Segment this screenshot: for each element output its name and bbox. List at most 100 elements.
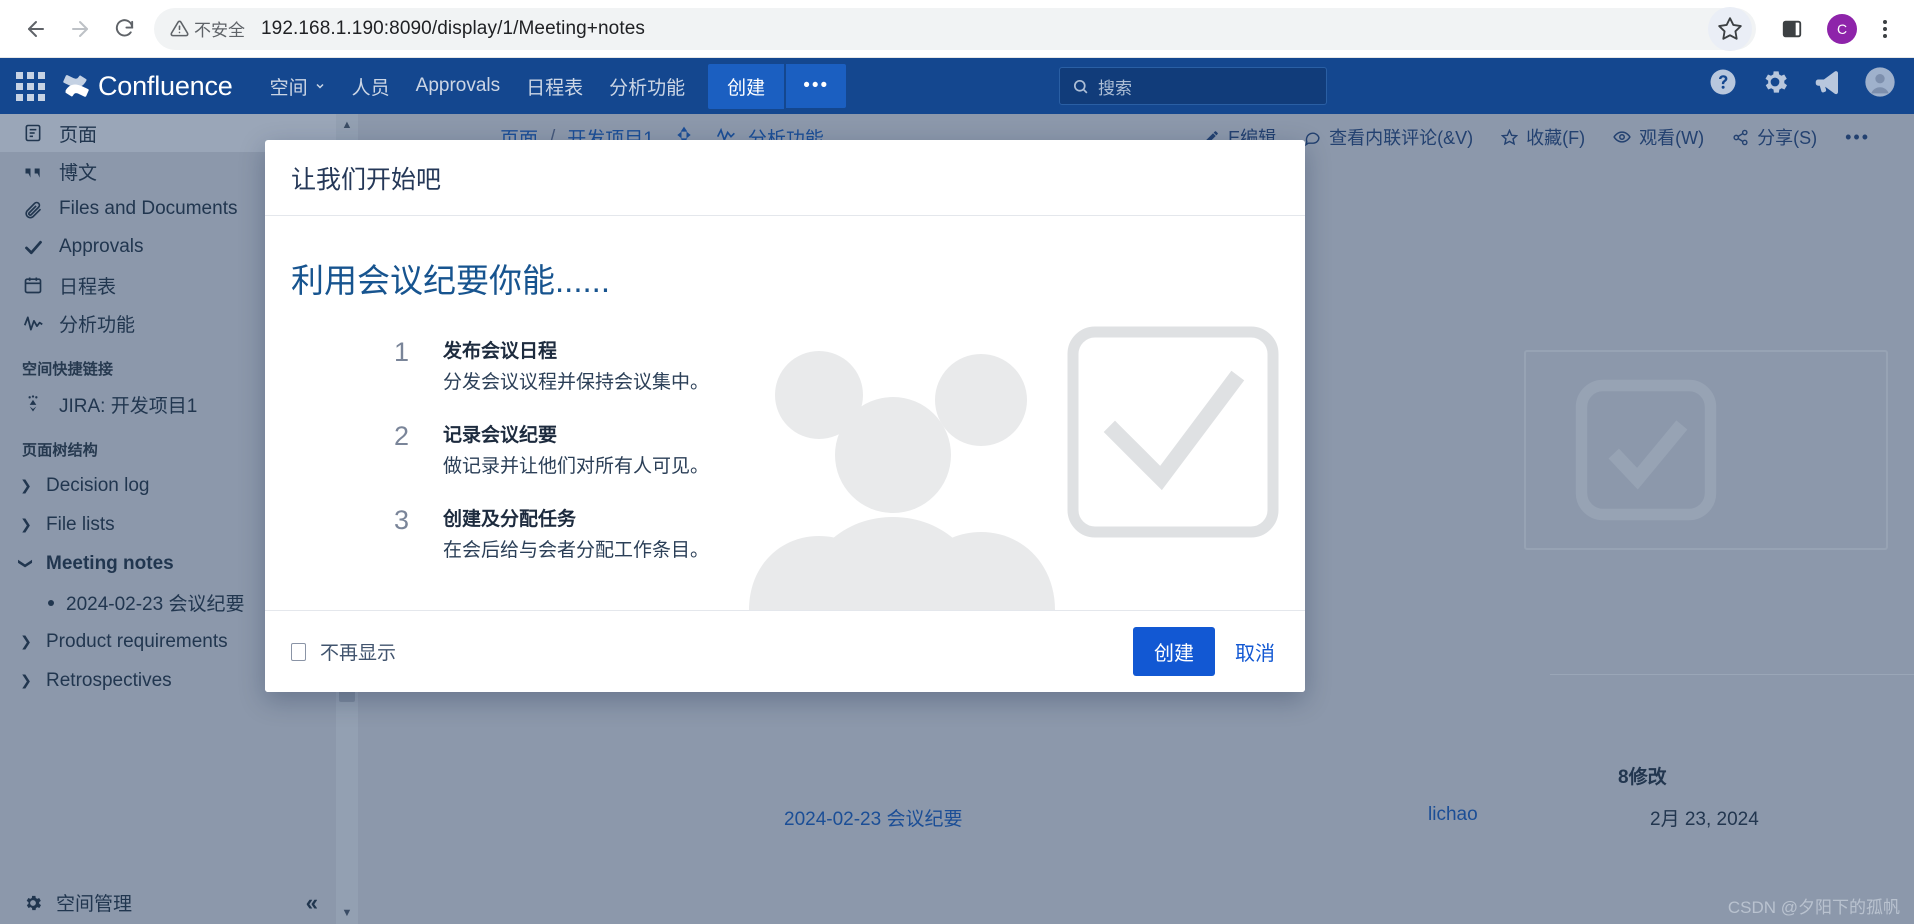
scroll-up-arrow[interactable]: ▲ — [336, 114, 358, 136]
search-icon — [1073, 79, 1088, 93]
browser-menu-icon[interactable] — [1870, 19, 1900, 38]
nav-item-analytics[interactable]: 分析功能 — [596, 65, 698, 108]
step-item: 3 创建及分配任务 在会后给与会者分配工作条目。 — [391, 504, 1305, 562]
page-action-comments[interactable]: 查看内联评论(&V) — [1304, 124, 1473, 150]
app-switcher-icon[interactable] — [16, 71, 45, 101]
chevron-right-icon[interactable]: ❯ — [18, 477, 34, 494]
browser-chrome: 不安全 192.168.1.190:8090/display/1/Meeting… — [0, 0, 1914, 58]
header-more-button[interactable]: ••• — [786, 64, 847, 108]
side-panel-icon[interactable] — [1770, 7, 1814, 51]
tree-item-label: File lists — [46, 513, 115, 535]
help-icon[interactable] — [1708, 67, 1738, 97]
table-row-date: 2月 23, 2024 — [1650, 809, 1759, 830]
step-number: 2 — [393, 421, 409, 451]
security-label: 不安全 — [194, 21, 245, 40]
confluence-logo[interactable]: Confluence — [63, 71, 233, 102]
page-action-share[interactable]: 分享(S) — [1732, 124, 1817, 150]
nav-item-label: Approvals — [415, 75, 501, 96]
page-action-label: 收藏(F) — [1526, 128, 1586, 148]
chevron-right-icon[interactable]: ❯ — [18, 633, 34, 650]
sidebar-shortcut-label: JIRA: 开发项目1 — [59, 395, 198, 417]
bullet-icon — [48, 599, 54, 606]
step-title: 创建及分配任务 — [443, 509, 577, 530]
table-row-title-link[interactable]: 2024-02-23 会议纪要 — [784, 804, 962, 831]
nav-item-calendars[interactable]: 日程表 — [513, 65, 596, 108]
dont-show-again-label: 不再显示 — [320, 643, 397, 664]
forward-button[interactable] — [58, 7, 102, 51]
header-search-box[interactable]: 搜索 — [1059, 67, 1327, 105]
step-item: 2 记录会议纪要 做记录并让他们对所有人可见。 — [391, 420, 1305, 478]
dialog-heading: 利用会议纪要你能...... — [291, 262, 611, 299]
page-action-label: 分享(S) — [1757, 128, 1818, 148]
confluence-header: Confluence 空间 人员 Approvals 日程表 分析功能 创建 •… — [0, 58, 1914, 114]
space-admin-label: 空间管理 — [56, 894, 133, 915]
nav-item-label: 分析功能 — [609, 77, 686, 99]
page-action-more[interactable]: ••• — [1845, 127, 1870, 148]
sidebar-item-label: Approvals — [59, 236, 144, 257]
confluence-mark-icon — [63, 75, 89, 97]
tree-child-label: 2024-02-23 会议纪要 — [66, 594, 245, 615]
profile-avatar[interactable]: C — [1827, 13, 1857, 44]
get-started-dialog: 让我们开始吧 利用会议纪要你能...... 1 发布会议日程 分发会议议程并保持… — [265, 140, 1305, 692]
chevron-down-icon — [316, 83, 324, 89]
chevron-right-icon[interactable]: ❯ — [18, 672, 34, 689]
settings-gear-icon[interactable] — [1760, 67, 1790, 97]
header-search-placeholder: 搜索 — [1098, 78, 1132, 98]
user-profile-icon[interactable] — [1864, 66, 1896, 98]
step-description: 分发会议议程并保持会议集中。 — [443, 372, 710, 393]
nav-item-approvals[interactable]: Approvals — [403, 67, 514, 105]
dont-show-again-checkbox[interactable]: 不再显示 — [291, 638, 396, 665]
header-create-label: 创建 — [727, 77, 766, 99]
checkbox-box[interactable] — [291, 642, 306, 661]
page-action-watch[interactable]: 观看(W) — [1613, 124, 1704, 150]
chevron-right-icon[interactable]: ❯ — [18, 516, 34, 533]
address-bar[interactable]: 不安全 192.168.1.190:8090/display/1/Meeting… — [154, 7, 1756, 50]
dialog-action-group: 创建 取消 — [1133, 627, 1281, 676]
gear-icon — [22, 893, 44, 913]
nav-item-spaces[interactable]: 空间 — [257, 65, 339, 108]
check-icon — [22, 237, 44, 258]
bookmark-star-icon[interactable] — [1708, 6, 1752, 51]
page-icon — [22, 123, 44, 143]
profile-initial: C — [1836, 20, 1848, 37]
table-row-divider — [1550, 674, 1914, 675]
paperclip-icon — [22, 199, 44, 219]
chevron-down-icon[interactable]: ❯ — [18, 556, 35, 572]
sidebar-collapse-button[interactable]: « — [306, 890, 318, 916]
security-indicator[interactable]: 不安全 — [170, 16, 245, 41]
step-title: 记录会议纪要 — [443, 425, 558, 446]
dialog-create-button[interactable]: 创建 — [1133, 627, 1215, 676]
tree-item-label: Retrospectives — [46, 669, 172, 691]
header-icon-group — [1708, 66, 1896, 98]
header-create-button[interactable]: 创建 — [708, 63, 785, 109]
reload-button[interactable] — [102, 7, 146, 51]
header-more-label: ••• — [803, 75, 830, 96]
dialog-cancel-link[interactable]: 取消 — [1229, 627, 1281, 676]
page-action-favorite[interactable]: 收藏(F) — [1501, 124, 1585, 150]
checkmark-illustration-icon — [1560, 364, 1732, 541]
notifications-megaphone-icon[interactable] — [1812, 67, 1842, 97]
column-header-modified: 8修改 — [1618, 767, 1667, 788]
share-icon — [1733, 129, 1748, 145]
page-action-label: 观看(W) — [1639, 128, 1705, 148]
dialog-body: 利用会议纪要你能...... 1 发布会议日程 分发会议议程并保持会议集中。 2… — [265, 216, 1305, 610]
sidebar-item-label: 日程表 — [59, 276, 117, 298]
sidebar-item-space-admin[interactable]: 空间管理 — [22, 889, 132, 916]
tree-item-label: Meeting notes — [46, 552, 174, 574]
watermark-text: CSDN @夕阳下的孤帆 — [1727, 898, 1900, 917]
comment-icon — [1305, 132, 1320, 146]
warning-icon — [170, 20, 189, 37]
calendar-icon — [22, 275, 44, 295]
back-button[interactable] — [14, 7, 58, 51]
table-row-author[interactable]: lichao — [1428, 804, 1478, 826]
nav-item-people[interactable]: 人员 — [339, 65, 403, 108]
nav-item-label: 人员 — [351, 77, 390, 99]
sidebar-item-label: Files and Documents — [59, 198, 238, 219]
browser-toolbar-right: C — [1708, 6, 1900, 51]
dialog-title: 让我们开始吧 — [291, 165, 442, 194]
eye-icon — [1613, 131, 1631, 143]
url-text: 192.168.1.190:8090/display/1/Meeting+not… — [261, 17, 645, 39]
scroll-down-arrow[interactable]: ▼ — [336, 902, 358, 924]
page-action-label: 查看内联评论(&V) — [1329, 128, 1474, 148]
nav-item-label: 空间 — [269, 77, 308, 99]
